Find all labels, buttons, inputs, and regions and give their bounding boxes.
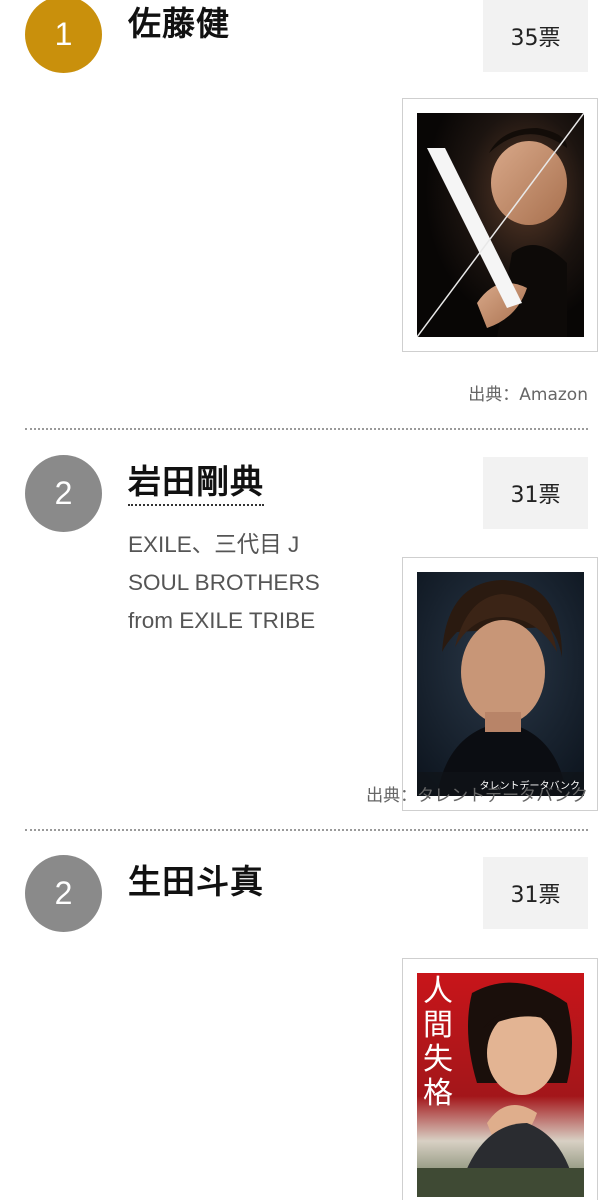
person-photo-link[interactable]: 人 間 失 格 (402, 958, 598, 1200)
photo-title-char: 失 (423, 1042, 453, 1077)
vote-count: 35票 (483, 0, 588, 72)
person-photo: タレントデータバンク (417, 572, 584, 796)
group-line: EXILE、三代目 J (128, 532, 300, 557)
rank-badge: 2 (25, 455, 102, 532)
image-source: 出典：タレントデータバンク (366, 786, 588, 806)
vote-count: 31票 (483, 457, 588, 529)
person-name: 佐藤健 (128, 4, 230, 43)
rank-badge: 1 (25, 0, 102, 73)
photo-title-char: 間 (423, 1008, 453, 1043)
image-source: 出典：Amazon (468, 385, 588, 405)
group-line: from EXILE TRIBE (128, 608, 316, 633)
person-photo: 人 間 失 格 (417, 973, 584, 1197)
photo-title: 人 間 失 格 (421, 975, 455, 1111)
divider (25, 829, 588, 831)
person-photo-link[interactable] (402, 98, 598, 352)
person-photo-link[interactable]: タレントデータバンク (402, 557, 598, 811)
group-line: SOUL BROTHERS (128, 570, 320, 595)
person-name: 生田斗真 (128, 862, 264, 901)
group-affiliation: EXILE、三代目 J SOUL BROTHERS from EXILE TRI… (128, 526, 358, 640)
photo-image-sato (417, 113, 584, 337)
rank-badge: 2 (25, 855, 102, 932)
photo-image-iwata (417, 572, 584, 796)
photo-title-char: 人 (423, 974, 453, 1009)
person-photo (417, 113, 584, 337)
person-name-link[interactable]: 岩田剛典 (128, 465, 264, 506)
vote-count: 31票 (483, 857, 588, 929)
divider (25, 428, 588, 430)
ranking-page: 1 佐藤健 35票 出典：Amazon 2 岩田剛典 31票 EXILE、三代目… (0, 0, 613, 1200)
photo-title-char: 格 (423, 1076, 453, 1111)
